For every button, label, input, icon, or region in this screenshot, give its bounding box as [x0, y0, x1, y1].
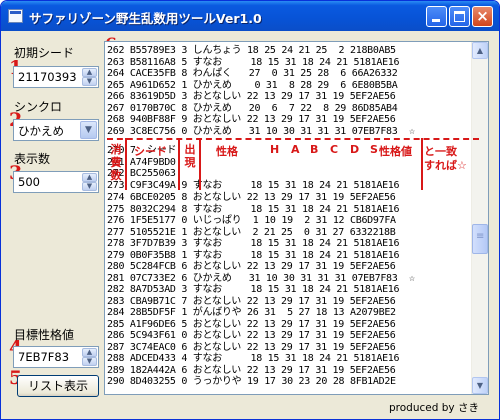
list-item[interactable]: 287 3C74EAC0 6 おとなしい 22 13 29 17 31 19 5… [107, 342, 473, 354]
spin-down-icon[interactable]: ▼ [82, 77, 97, 86]
stat-a-label: A [291, 143, 300, 156]
close-button[interactable]: × [472, 6, 493, 27]
initial-seed-stepper[interactable]: 21170393 ▲ ▼ [13, 66, 99, 88]
list-item[interactable]: 273 C9F3C49A 9 すなお 18 15 31 18 24 21 518… [107, 180, 473, 192]
list-item[interactable]: 286 5C943F61 0 おとなしい 22 13 29 17 31 19 5… [107, 330, 473, 342]
app-icon [8, 9, 23, 23]
result-list[interactable]: 262 B55789E3 3 しんちょう 18 25 24 21 25 2 21… [104, 41, 489, 395]
minimize-icon [432, 19, 440, 22]
close-icon: × [476, 7, 489, 25]
synchro-value: ひかえめ [18, 124, 64, 138]
spin-up-icon[interactable]: ▲ [82, 68, 97, 77]
list-item[interactable]: 279 0B0F35B8 1 すなお 18 15 31 18 24 21 518… [107, 250, 473, 262]
list-item[interactable]: 283 CBA9B71C 7 おとなしい 22 13 29 17 31 19 5… [107, 296, 473, 308]
list-item[interactable]: 263 B58116A8 5 すなお 18 15 31 18 24 21 518… [107, 57, 473, 69]
nature-column-label: 性格 [216, 145, 238, 158]
consume-char: 費 [110, 156, 122, 169]
appear-char: 現 [184, 156, 196, 169]
scroll-down-icon[interactable]: ▼ [472, 377, 488, 394]
list-item[interactable]: 282 8A7D53AD 3 すなお 18 15 31 18 24 21 518… [107, 284, 473, 296]
target-pid-label: 目標性格値 [14, 328, 75, 342]
annotation-separator [199, 138, 201, 190]
stat-h-label: H [270, 143, 280, 156]
initial-seed-value: 21170393 [18, 70, 77, 84]
stat-s-label: S [370, 143, 378, 156]
list-item[interactable]: 269 3C8EC756 0 ひかえめ 31 10 30 31 31 31 07… [107, 126, 473, 138]
stat-b-label: B [310, 143, 319, 156]
vertical-scrollbar[interactable]: ▲ ▼ [471, 42, 488, 394]
maximize-button[interactable] [449, 6, 470, 27]
list-item[interactable]: 275 8032C294 8 すなお 18 15 31 18 24 21 518… [107, 204, 473, 216]
title-bar[interactable]: サファリゾーン野生乱数用ツールVer1.0 × [1, 1, 499, 31]
header-dashed-line [107, 138, 479, 140]
list-item[interactable]: 274 6BCE0205 8 おとなしい 22 13 29 17 31 19 5… [107, 192, 473, 204]
scroll-thumb[interactable] [472, 224, 488, 254]
spin-down-icon[interactable]: ▼ [82, 182, 97, 191]
minimize-button[interactable] [426, 6, 447, 27]
consume-char: 消 [110, 143, 122, 156]
display-count-label: 表示数 [14, 152, 51, 166]
list-item[interactable]: 264 CACE35FB 8 わんぱく 27 0 31 25 28 6 66A2… [107, 68, 473, 80]
annotation-separator [178, 138, 180, 190]
list-item[interactable]: 268 940BF88F 9 おとなしい 22 13 29 17 31 19 5… [107, 114, 473, 126]
window-title: サファリゾーン野生乱数用ツールVer1.0 [29, 11, 262, 26]
list-item[interactable]: 278 3F7D7B39 3 すなお 18 15 31 18 24 21 518… [107, 238, 473, 250]
list-item[interactable]: 267 0170B70C 8 ひかえめ 20 6 7 22 8 29 86D85… [107, 103, 473, 115]
list-item[interactable]: 266 83619D5D 3 おとなしい 22 13 29 17 31 19 5… [107, 91, 473, 103]
list-item[interactable]: 277 5105521E 1 おとなしい 2 21 25 0 31 27 633… [107, 227, 473, 239]
scroll-up-icon[interactable]: ▲ [472, 42, 488, 59]
target-pid-value: 7EB7F83 [18, 350, 70, 364]
list-item[interactable]: 281 07C733E2 6 ひかえめ 31 10 30 31 31 31 07… [107, 273, 473, 285]
maximize-icon [454, 11, 465, 22]
list-item[interactable]: 280 5C284FCB 6 おとなしい 22 13 29 17 31 19 5… [107, 261, 473, 273]
list-item[interactable]: 288 ADCED433 4 すなお 18 15 31 18 24 21 518… [107, 353, 473, 365]
annotation-separator [421, 138, 423, 190]
main-window: サファリゾーン野生乱数用ツールVer1.0 × 1 2 3 4 5 6 初期シー… [0, 0, 500, 420]
display-count-stepper[interactable]: 500 ▲ ▼ [13, 171, 99, 193]
spin-up-icon[interactable]: ▲ [82, 348, 97, 357]
consume-char: 数 [110, 169, 122, 182]
stat-c-label: C [330, 143, 339, 156]
annotation-separator [125, 138, 127, 190]
appear-label: 出 現 [183, 143, 197, 169]
list-item[interactable]: 272 BC255063 [107, 168, 473, 180]
list-rows-bottom: 274 6BCE0205 8 おとなしい 22 13 29 17 31 19 5… [107, 192, 473, 388]
list-rows-top: 262 B55789E3 3 しんちょう 18 25 24 21 25 2 21… [107, 45, 473, 137]
appear-char: 出 [184, 143, 196, 156]
consume-count-label: 消 費 数 [109, 143, 123, 182]
list-item[interactable]: 285 A1F96DE6 5 おとなしい 22 13 29 17 31 19 5… [107, 319, 473, 331]
list-item[interactable]: 290 8D403255 0 うっかりや 19 17 30 23 20 28 8… [107, 376, 473, 388]
display-count-value: 500 [18, 175, 40, 189]
list-item[interactable]: 284 28B5DF5F 1 がんばりや 26 31 5 27 18 13 A2… [107, 307, 473, 319]
credit-text: produced by さき [389, 402, 479, 414]
synchro-select[interactable]: ひかえめ ▼ [13, 119, 99, 141]
stat-d-label: D [350, 143, 360, 156]
dropdown-arrow-icon[interactable]: ▼ [80, 121, 97, 139]
list-item[interactable]: 289 182A442A 6 おとなしい 22 13 29 17 31 19 5… [107, 365, 473, 377]
target-pid-stepper[interactable]: 7EB7F83 ▲ ▼ [13, 346, 99, 368]
seed-column-label: シード [134, 145, 167, 158]
list-item[interactable]: 265 A961D652 1 ひかえめ 0 31 8 28 29 6 6E80B… [107, 80, 473, 92]
spin-down-icon[interactable]: ▼ [82, 357, 97, 366]
list-item[interactable]: 262 B55789E3 3 しんちょう 18 25 24 21 25 2 21… [107, 45, 473, 57]
synchro-label: シンクロ [14, 100, 63, 114]
match-note-line2: すれば☆ [424, 157, 467, 173]
initial-seed-label: 初期シード [14, 46, 75, 60]
list-display-button[interactable]: リスト表示 [17, 375, 99, 397]
spin-up-icon[interactable]: ▲ [82, 173, 97, 182]
list-item[interactable]: 276 1F5E5177 0 いじっぱり 1 10 19 2 31 12 CB6… [107, 215, 473, 227]
pid-column-label: 性格値 [378, 143, 413, 159]
